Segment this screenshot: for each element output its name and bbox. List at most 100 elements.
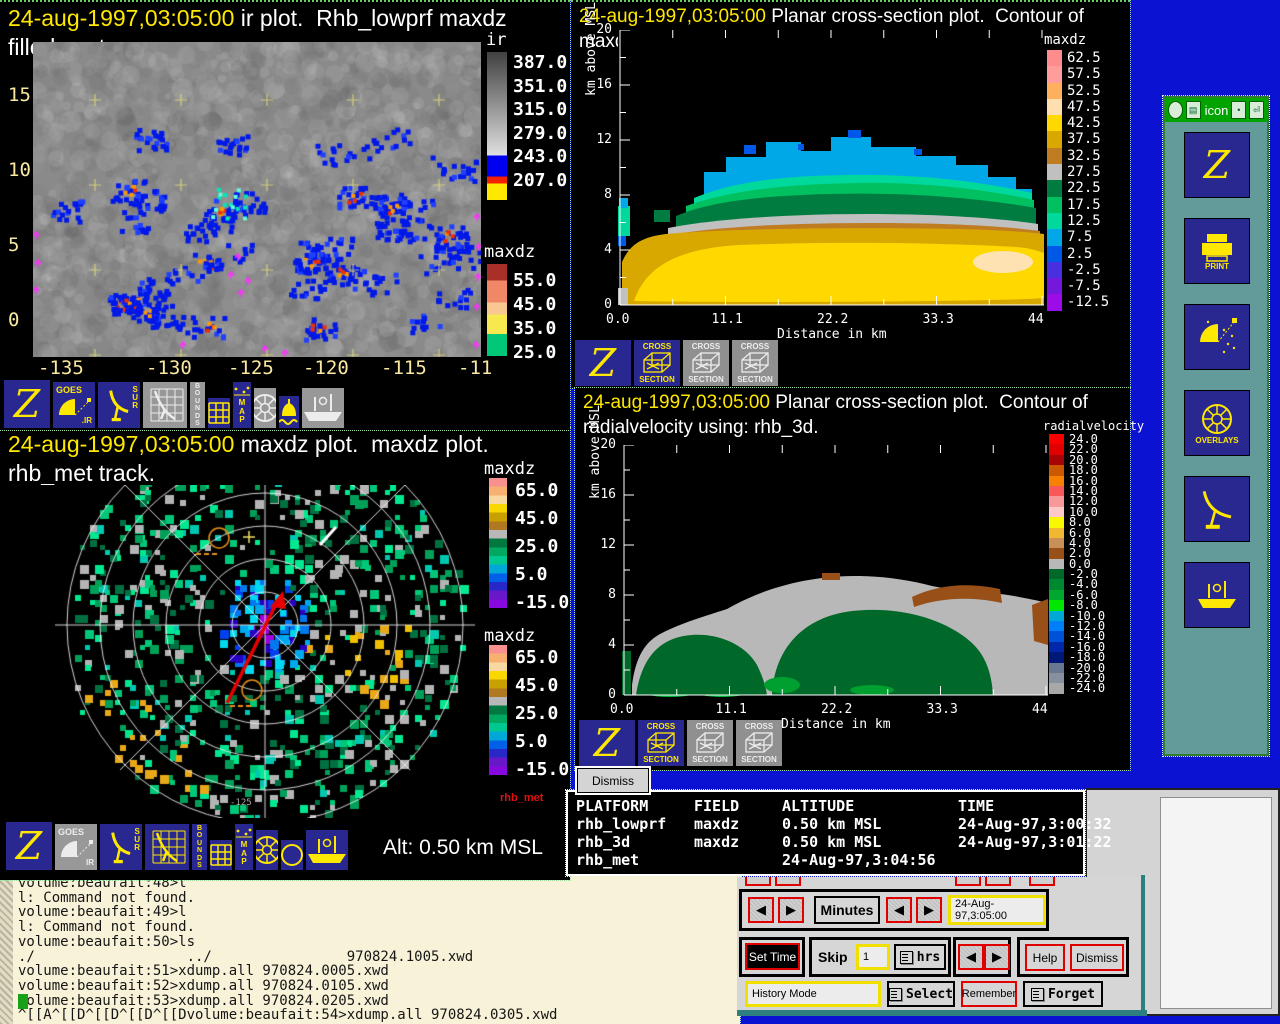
colorbar-ir-tick: 351.0 <box>513 76 567 97</box>
cross-section-button-2[interactable]: CROSSSECTION <box>687 720 733 766</box>
skip-value-field[interactable]: 1 <box>856 944 890 970</box>
window-ir-plot: 24-aug-1997,03:05:00 ir plot. Rhb_lowprf… <box>0 0 570 430</box>
skip-back-button[interactable]: ◀ <box>958 944 984 970</box>
toolbar-button-zeb[interactable]: Z <box>6 822 52 870</box>
toolbar-button-bounds[interactable]: B O U N D S <box>192 824 207 870</box>
time-control-panel: ◀ ▶ Minutes ◀ ▶ 24-Aug-97,3:05:00 Set Ti… <box>737 877 1149 1010</box>
occluded-button[interactable] <box>745 877 771 886</box>
skip-label: Skip <box>818 949 848 965</box>
colorbar-swatch <box>1049 496 1064 506</box>
toolbar-button-compass[interactable] <box>256 830 278 870</box>
iconbox-button-satellite[interactable] <box>1184 304 1250 370</box>
window-restore-button[interactable]: ⏎ <box>1249 101 1264 119</box>
zeb-icon: Z <box>594 724 620 762</box>
history-mode-field[interactable]: History Mode <box>745 981 881 1007</box>
colorbar-swatch <box>1049 538 1064 548</box>
colorbar1-tick: -15.0 <box>515 592 569 613</box>
terminal-scrollbar[interactable] <box>0 875 13 1024</box>
window-iconify-button[interactable]: • <box>1231 101 1246 119</box>
ir-x-tick: -135 <box>38 357 84 379</box>
toolbar-button-map[interactable]: M A P <box>235 824 253 870</box>
colorbar-swatch <box>1049 444 1064 454</box>
occluded-button[interactable] <box>985 877 1011 886</box>
help-frame: Help Dismiss <box>1017 937 1129 977</box>
xs1-toolbar: ZCROSSSECTIONCROSSSECTIONCROSSSECTION <box>575 338 781 386</box>
table-cell: rhb_3d <box>576 833 694 851</box>
toolbar-button-ship[interactable] <box>306 830 348 870</box>
colorbar-value: -7.5 <box>1067 278 1101 294</box>
colorbar-swatch <box>1049 528 1064 538</box>
ship-icon <box>306 833 348 867</box>
toolbar-button-zeb[interactable]: Z <box>575 340 631 386</box>
map-label: M A P <box>239 399 246 425</box>
toolbar-button-sur[interactable]: S U R <box>98 382 140 428</box>
panel-dismiss-button[interactable]: Dismiss <box>1070 944 1124 971</box>
iconbox-button-antenna[interactable] <box>1184 476 1250 542</box>
colorbar1-tick: 5.0 <box>515 564 548 585</box>
toolbar-button-zeb[interactable]: Z <box>4 380 50 428</box>
step-forward-button[interactable]: ▶ <box>916 897 942 923</box>
window-cross-section-radialvelocity: 24-aug-1997,03:05:00 Planar cross-sectio… <box>575 388 1130 770</box>
minutes-back-button[interactable]: ◀ <box>748 897 774 923</box>
occluded-button[interactable] <box>1029 877 1055 886</box>
toolbar-button-buoy[interactable] <box>279 396 299 428</box>
cross-section-button-3[interactable]: CROSSSECTION <box>736 720 782 766</box>
ppi-bottom-tick: -125 <box>230 798 252 808</box>
colorbar-entry: 47.5 <box>1047 99 1109 115</box>
colorbar-value: 57.5 <box>1067 66 1101 82</box>
forget-option-button[interactable]: Forget <box>1023 981 1103 1007</box>
datetime-field[interactable]: 24-Aug-97,3:05:00 <box>948 895 1046 925</box>
window-menu-button[interactable]: ▤ <box>1186 101 1201 119</box>
toolbar-button-ship[interactable] <box>302 388 344 428</box>
zeb-icon: Z <box>16 827 42 865</box>
occluded-button[interactable] <box>955 877 981 886</box>
colorbar-swatch <box>1047 164 1062 180</box>
iconbox-button-overlays[interactable]: OVERLAYS <box>1184 390 1250 456</box>
dismiss-button[interactable]: Dismiss <box>577 768 649 793</box>
cross-section-button-1[interactable]: CROSSSECTION <box>634 340 680 386</box>
minutes-button[interactable]: Minutes <box>814 896 880 924</box>
set-time-button[interactable]: Set Time <box>745 943 800 970</box>
hrs-option-button[interactable]: hrs <box>894 944 946 970</box>
goes-icon <box>57 837 95 859</box>
help-button[interactable]: Help <box>1025 944 1065 971</box>
iconbox-button-print[interactable]: PRINT <box>1184 218 1250 284</box>
remember-button[interactable]: Remember <box>961 981 1017 1007</box>
occluded-button[interactable] <box>775 877 801 886</box>
toolbar-button-compass[interactable] <box>254 388 276 428</box>
cross-section-button-2[interactable]: CROSSSECTION <box>683 340 729 386</box>
window-title: 24-aug-1997,03:05:00 Planar cross-sectio… <box>583 390 1088 440</box>
skip-forward-button[interactable]: ▶ <box>984 944 1010 970</box>
cross-section-button-3[interactable]: CROSSSECTION <box>732 340 778 386</box>
toolbar-button-smallgrid[interactable] <box>210 840 232 870</box>
iconbox-button-ship[interactable] <box>1184 562 1250 628</box>
table-header-cell: ALTITUDE <box>782 797 958 815</box>
step-back-button[interactable]: ◀ <box>886 897 912 923</box>
x-tick: 33.3 <box>927 702 958 717</box>
select-option-button[interactable]: Select <box>887 981 955 1007</box>
toolbar-button-map[interactable]: M A P <box>233 382 251 428</box>
toolbar-button-goes[interactable]: GOESIR <box>55 824 97 870</box>
toolbar-button-zeb[interactable]: Z <box>579 720 635 766</box>
toolbar-button-sur[interactable]: S U R <box>100 824 142 870</box>
toolbar-button-goes[interactable]: GOES.IR <box>53 382 95 428</box>
iconbox-button-zeb[interactable]: Z <box>1184 132 1250 198</box>
ship-icon <box>1195 578 1239 612</box>
zeb-icon: Z <box>14 385 40 423</box>
colorbar-swatch <box>1049 465 1064 475</box>
toolbar-button-circle[interactable] <box>281 840 303 870</box>
skip-frame: Skip 1 hrs <box>809 937 951 977</box>
colorbar-value: 62.5 <box>1067 50 1101 66</box>
toolbar-button-smallgrid[interactable] <box>208 398 230 428</box>
toolbar-button-gridradar[interactable] <box>143 382 187 428</box>
y-tick: 12 <box>596 537 616 552</box>
colorbar-ir-tick: 315.0 <box>513 99 567 120</box>
window-menu-circle-button[interactable] <box>1168 101 1183 119</box>
bounds-label: B O U N D S <box>197 825 202 870</box>
toolbar-button-bounds[interactable]: B O U N D S <box>190 382 205 428</box>
toolbar-button-gridradar[interactable] <box>145 824 189 870</box>
cross-section-button-1[interactable]: CROSSSECTION <box>638 720 684 766</box>
minutes-forward-button[interactable]: ▶ <box>778 897 804 923</box>
y-tick: 8 <box>592 187 612 202</box>
goes-icon <box>55 395 93 417</box>
